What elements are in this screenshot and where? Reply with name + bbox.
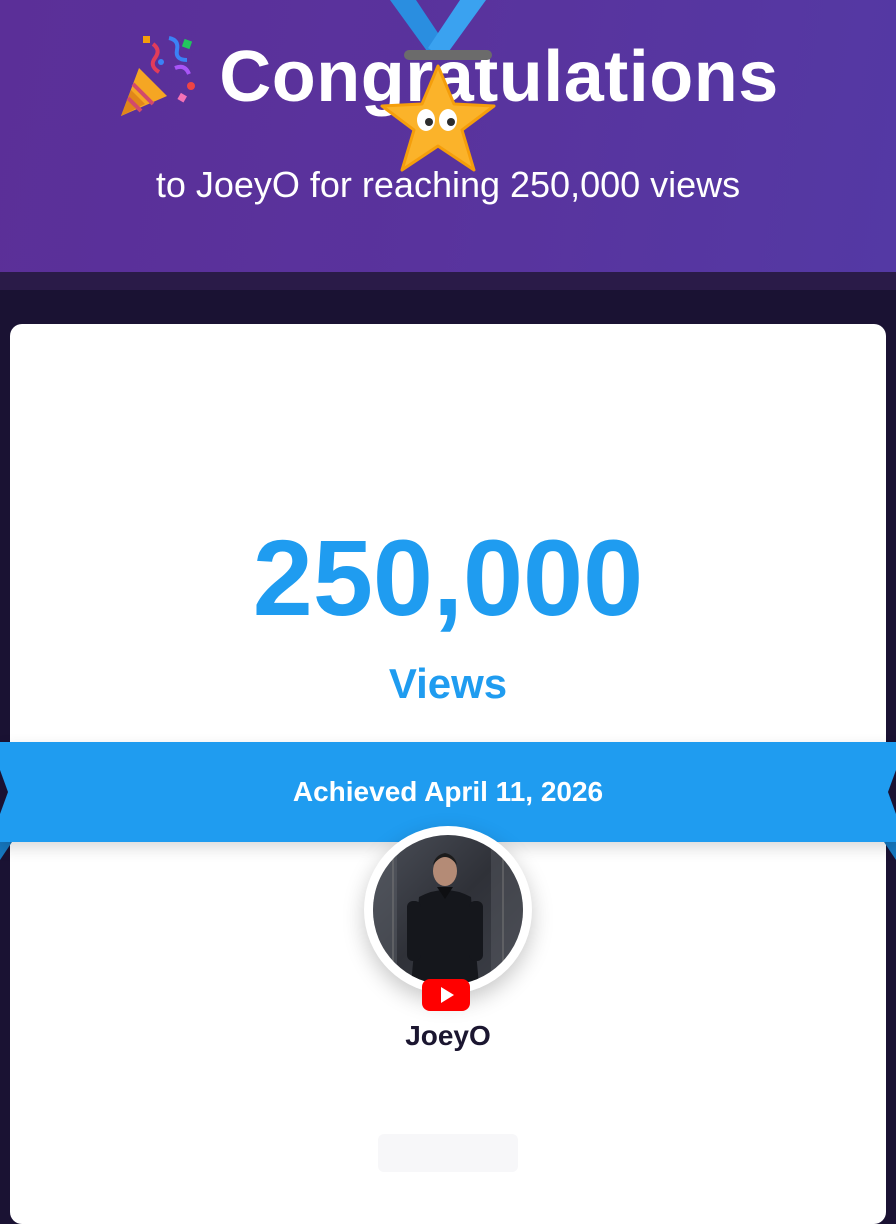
avatar-frame: [364, 826, 532, 994]
milestone-value: 250,000: [252, 517, 644, 638]
star-medal-icon: [380, 0, 496, 172]
ribbon-fold-right: [884, 842, 896, 860]
youtube-icon: [422, 979, 470, 1011]
channel-name[interactable]: JoeyO: [0, 1020, 896, 1052]
ribbon-fold-left: [0, 842, 12, 860]
party-popper-icon: [121, 36, 196, 116]
milestone-unit: Views: [388, 660, 508, 707]
header-divider: [0, 272, 896, 290]
avatar[interactable]: [373, 835, 523, 985]
faint-placeholder: [378, 1134, 518, 1172]
